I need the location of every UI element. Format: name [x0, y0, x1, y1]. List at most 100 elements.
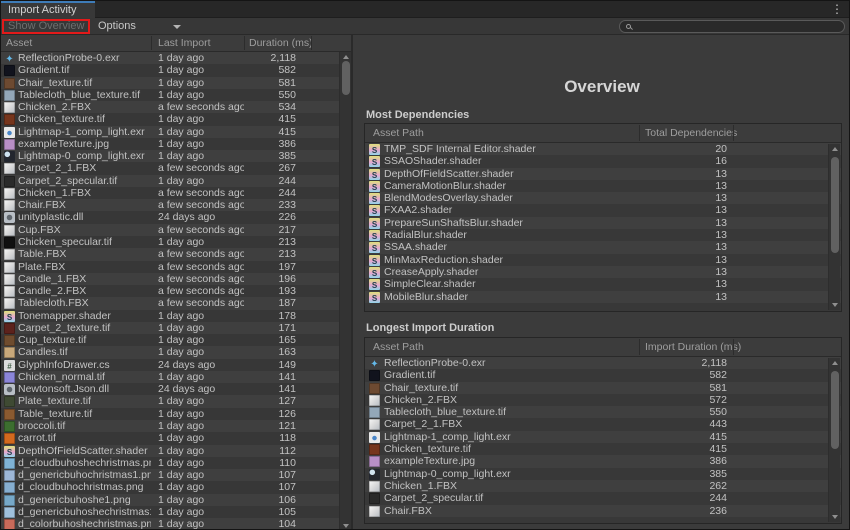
table-row[interactable]: d_genericbuhoshechristmas1.png 1 day ago… [1, 506, 339, 518]
table-row[interactable]: Carpet_2_1.FBX a few seconds ago 267 [1, 162, 339, 174]
table-row[interactable]: ReflectionProbe-0.exr 1 day ago 2,118 [1, 52, 339, 64]
options-dropdown[interactable]: Options [98, 18, 136, 34]
table-row[interactable]: TMP_SDF Internal Editor.shader 20 [365, 143, 841, 155]
scroll-up-icon[interactable] [832, 147, 838, 151]
table-row[interactable]: Cup_texture.tif 1 day ago 165 [1, 334, 339, 346]
table-row[interactable]: Lightmap-1_comp_light.exr 1 day ago 415 [1, 126, 339, 138]
column-header-total-dependencies[interactable]: Total Dependencies [645, 127, 737, 139]
show-overview-button[interactable]: Show Overview [8, 18, 84, 34]
table-row[interactable]: Lightmap-1_comp_light.exr 415 [365, 431, 841, 443]
column-header-duration[interactable]: Duration (ms) [249, 37, 313, 50]
column-header-last-import[interactable]: Last Import [158, 37, 211, 50]
table-row[interactable]: Table.FBX a few seconds ago 213 [1, 248, 339, 260]
chevron-down-icon[interactable] [173, 25, 181, 29]
table-row[interactable]: Chicken_2.FBX 572 [365, 394, 841, 406]
scroll-up-icon[interactable] [832, 361, 838, 365]
column-header-asset[interactable]: Asset [6, 37, 32, 50]
table-row[interactable]: DepthOfFieldScatter.shader 13 [365, 168, 841, 180]
table-row[interactable]: Chicken_1.FBX 262 [365, 480, 841, 492]
column-header-asset-path[interactable]: Asset Path [373, 341, 424, 353]
table-row[interactable]: Chicken_specular.tif 1 day ago 213 [1, 236, 339, 248]
table-row[interactable]: Chair_texture.tif 1 day ago 581 [1, 77, 339, 89]
table-row[interactable]: Gradient.tif 582 [365, 369, 841, 381]
table-row[interactable]: d_colorbuhoshechristmas.png 1 day ago 10… [1, 518, 339, 530]
table-row[interactable]: SSAOShader.shader 16 [365, 155, 841, 167]
table-row[interactable]: Carpet_2_specular.tif 244 [365, 492, 841, 504]
table-row[interactable]: Gradient.tif 1 day ago 582 [1, 64, 339, 76]
table-row[interactable]: Newtonsoft.Json.dll 24 days ago 141 [1, 383, 339, 395]
table-row[interactable]: exampleTexture.jpg 1 day ago 386 [1, 138, 339, 150]
search-box[interactable] [619, 20, 845, 33]
table-scrollbar[interactable] [828, 144, 840, 310]
table-row[interactable]: CreaseApply.shader 13 [365, 266, 841, 278]
table-row[interactable]: d_cloudbuhochristmas.png 1 day ago 107 [1, 481, 339, 493]
table-row[interactable]: Plate.FBX a few seconds ago 197 [1, 261, 339, 273]
table-row[interactable]: Candle_2.FBX a few seconds ago 193 [1, 285, 339, 297]
table-row[interactable]: Plate_texture.tif 1 day ago 127 [1, 395, 339, 407]
left-scrollbar[interactable] [339, 52, 351, 530]
kebab-menu-icon[interactable]: ⋮ [830, 2, 844, 17]
table-row[interactable]: Chair.FBX 236 [365, 505, 841, 517]
scroll-down-icon[interactable] [343, 524, 349, 528]
table-row[interactable]: Carpet_2_1.FBX 443 [365, 418, 841, 430]
scroll-down-icon[interactable] [832, 515, 838, 519]
column-header-asset-path[interactable]: Asset Path [373, 127, 424, 139]
table-row[interactable]: Candle_1.FBX a few seconds ago 196 [1, 273, 339, 285]
table-row[interactable]: Tablecloth.FBX a few seconds ago 187 [1, 297, 339, 309]
table-row[interactable]: BlendModesOverlay.shader 13 [365, 192, 841, 204]
table-row[interactable]: Tablecloth_blue_texture.tif 1 day ago 55… [1, 89, 339, 101]
column-header-import-duration[interactable]: Import Duration (ms) [645, 341, 741, 353]
table-row[interactable]: d_genericbuhoshe1.png 1 day ago 106 [1, 494, 339, 506]
table-row[interactable]: Chicken_texture.tif 1 day ago 415 [1, 113, 339, 125]
tab-import-activity[interactable]: Import Activity [1, 1, 95, 18]
table-row[interactable]: unityplastic.dll 24 days ago 226 [1, 211, 339, 223]
table-row[interactable]: d_cloudbuhoshechristmas.png 1 day ago 11… [1, 457, 339, 469]
table-row[interactable]: Table_texture.tif 1 day ago 126 [1, 408, 339, 420]
table-row[interactable]: broccoli.tif 1 day ago 121 [1, 420, 339, 432]
most-dependencies-rows: TMP_SDF Internal Editor.shader 20 SSAOSh… [365, 143, 841, 311]
table-row[interactable]: Chicken_texture.tif 415 [365, 443, 841, 455]
table-row[interactable]: PrepareSunShaftsBlur.shader 13 [365, 217, 841, 229]
table-row[interactable]: Chair.FBX a few seconds ago 233 [1, 199, 339, 211]
table-row[interactable]: GlyphInfoDrawer.cs 24 days ago 149 [1, 359, 339, 371]
longest-import-rows: ReflectionProbe-0.exr 2,118 Gradient.tif… [365, 357, 841, 523]
table-row[interactable]: Cup.FBX a few seconds ago 217 [1, 224, 339, 236]
table-row[interactable]: CameraMotionBlur.shader 13 [365, 180, 841, 192]
scroll-up-icon[interactable] [343, 55, 349, 59]
table-row[interactable]: SimpleClear.shader 13 [365, 278, 841, 290]
search-input[interactable] [634, 21, 834, 32]
dependency-count: 13 [639, 229, 727, 241]
table-row[interactable]: Lightmap-0_comp_light.exr 385 [365, 468, 841, 480]
asset-type-icon [4, 127, 15, 138]
table-row[interactable]: Lightmap-0_comp_light.exr 1 day ago 385 [1, 150, 339, 162]
duration-value: 213 [244, 236, 296, 248]
import-duration-value: 385 [639, 468, 727, 480]
table-row[interactable]: ReflectionProbe-0.exr 2,118 [365, 357, 841, 369]
table-row[interactable]: Carpet_2_specular.tif 1 day ago 244 [1, 175, 339, 187]
asset-type-icon [4, 176, 15, 187]
table-row[interactable]: carrot.tif 1 day ago 118 [1, 432, 339, 444]
shader-icon [369, 193, 380, 204]
table-row[interactable]: Chicken_1.FBX a few seconds ago 244 [1, 187, 339, 199]
table-row[interactable]: Tablecloth_blue_texture.tif 550 [365, 406, 841, 418]
table-row[interactable]: Candles.tif 1 day ago 163 [1, 346, 339, 358]
table-row[interactable]: RadialBlur.shader 13 [365, 229, 841, 241]
table-row[interactable]: Tonemapper.shader 1 day ago 178 [1, 310, 339, 322]
scrollbar-thumb[interactable] [831, 157, 839, 253]
table-row[interactable]: MobileBlur.shader 13 [365, 291, 841, 303]
table-row[interactable]: DepthOfFieldScatter.shader 1 day ago 112 [1, 445, 339, 457]
scroll-down-icon[interactable] [832, 303, 838, 307]
duration-value: 582 [244, 64, 296, 76]
table-scrollbar[interactable] [828, 358, 840, 522]
table-row[interactable]: Chair_texture.tif 581 [365, 382, 841, 394]
table-row[interactable]: MinMaxReduction.shader 13 [365, 254, 841, 266]
table-row[interactable]: FXAA2.shader 13 [365, 204, 841, 216]
table-row[interactable]: Chicken_normal.tif 1 day ago 141 [1, 371, 339, 383]
scrollbar-thumb[interactable] [831, 371, 839, 449]
table-row[interactable]: exampleTexture.jpg 386 [365, 455, 841, 467]
table-row[interactable]: d_genericbuhochristmas1.png 1 day ago 10… [1, 469, 339, 481]
scrollbar-thumb[interactable] [342, 61, 350, 95]
table-row[interactable]: Carpet_2_texture.tif 1 day ago 171 [1, 322, 339, 334]
table-row[interactable]: Chicken_2.FBX a few seconds ago 534 [1, 101, 339, 113]
table-row[interactable]: SSAA.shader 13 [365, 241, 841, 253]
